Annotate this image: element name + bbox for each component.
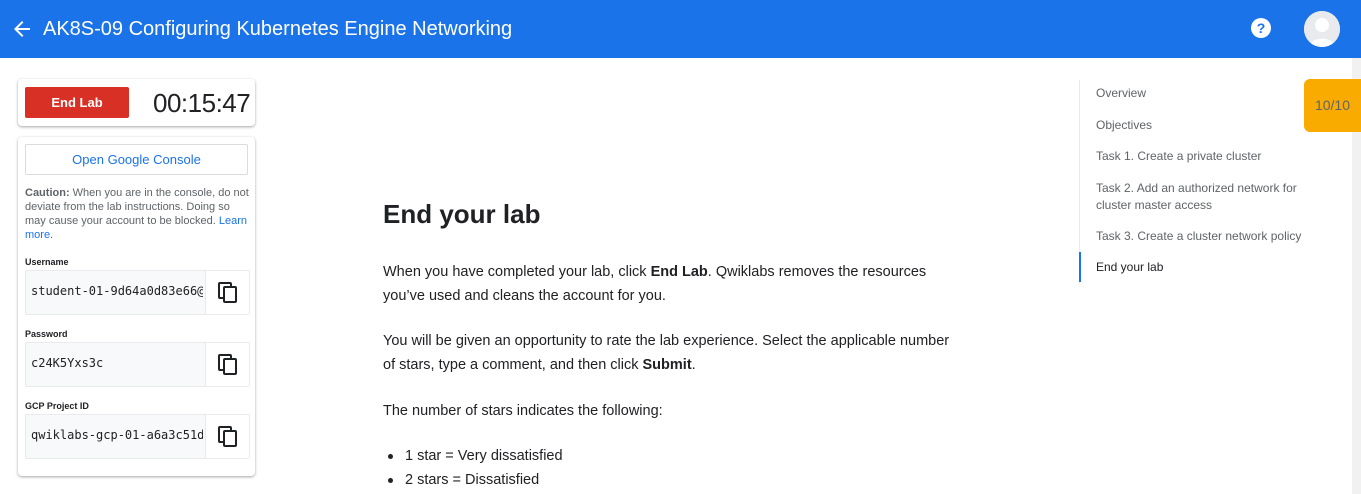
toc-item-end-your-lab[interactable]: End your lab [1096, 259, 1311, 276]
toc-item-objectives[interactable]: Objectives [1096, 117, 1311, 134]
bold-end-lab: End Lab [650, 264, 708, 280]
toc-active-indicator [1079, 252, 1081, 282]
project-id-value[interactable]: qwiklabs-gcp-01-a6a3c51d1 [31, 428, 203, 442]
paragraph-stars: The number of stars indicates the follow… [383, 403, 663, 419]
end-lab-button[interactable]: End Lab [25, 87, 129, 118]
username-field[interactable]: student-01-9d64a0d83e66@qwiklabs.net [25, 270, 250, 315]
paragraph-rate-lab: You will be given an opportunity to rate… [383, 329, 963, 377]
lab-timer-card: End Lab 00:15:47 [18, 79, 255, 126]
toc-item-task-1[interactable]: Task 1. Create a private cluster [1096, 148, 1311, 165]
copy-icon [218, 426, 237, 447]
back-arrow-icon[interactable] [10, 17, 34, 41]
password-value[interactable]: c24K5Yxs3c [31, 356, 203, 370]
score-badge[interactable]: 10/10 [1304, 79, 1361, 132]
list-item: 2 stars = Dissatisfied [383, 468, 563, 492]
lab-title: AK8S-09 Configuring Kubernetes Engine Ne… [43, 18, 513, 40]
project-id-label: GCP Project ID [25, 401, 89, 411]
bold-submit: Submit [642, 357, 692, 373]
open-google-console-button[interactable]: Open Google Console [25, 144, 248, 175]
password-label: Password [25, 329, 68, 339]
list-item: 1 star = Very dissatisfied [383, 444, 563, 468]
section-heading: End your lab [383, 199, 541, 229]
toc-item-task-3[interactable]: Task 3. Create a cluster network policy [1096, 228, 1311, 245]
project-id-field[interactable]: qwiklabs-gcp-01-a6a3c51d1 [25, 414, 250, 459]
toc-item-task-2[interactable]: Task 2. Add an authorized network for cl… [1096, 180, 1311, 214]
avatar[interactable] [1304, 11, 1340, 47]
caution-note: Caution: When you are in the console, do… [25, 186, 250, 242]
username-label: Username [25, 257, 69, 267]
paragraph-text: . [691, 357, 696, 373]
paragraph-end-lab: When you have completed your lab, click … [383, 260, 963, 308]
credentials-card: Open Google Console Caution: When you ar… [18, 137, 255, 476]
table-of-contents: Overview Objectives Task 1. Create a pri… [1079, 80, 1319, 284]
stars-list: 1 star = Very dissatisfied 2 stars = Dis… [383, 444, 563, 492]
copy-project-id-button[interactable] [205, 415, 249, 458]
caution-label: Caution: [25, 187, 70, 199]
copy-icon [218, 354, 237, 375]
username-value[interactable]: student-01-9d64a0d83e66@qwiklabs.net [31, 284, 203, 298]
top-app-bar: AK8S-09 Configuring Kubernetes Engine Ne… [0, 0, 1361, 58]
copy-username-button[interactable] [205, 271, 249, 314]
help-icon[interactable]: ? [1251, 18, 1271, 38]
password-field[interactable]: c24K5Yxs3c [25, 342, 250, 387]
copy-password-button[interactable] [205, 343, 249, 386]
toc-item-overview[interactable]: Overview [1096, 85, 1311, 102]
paragraph-text: When you have completed your lab, click [383, 264, 651, 280]
copy-icon [218, 282, 237, 303]
lab-timer: 00:15:47 [153, 88, 251, 118]
